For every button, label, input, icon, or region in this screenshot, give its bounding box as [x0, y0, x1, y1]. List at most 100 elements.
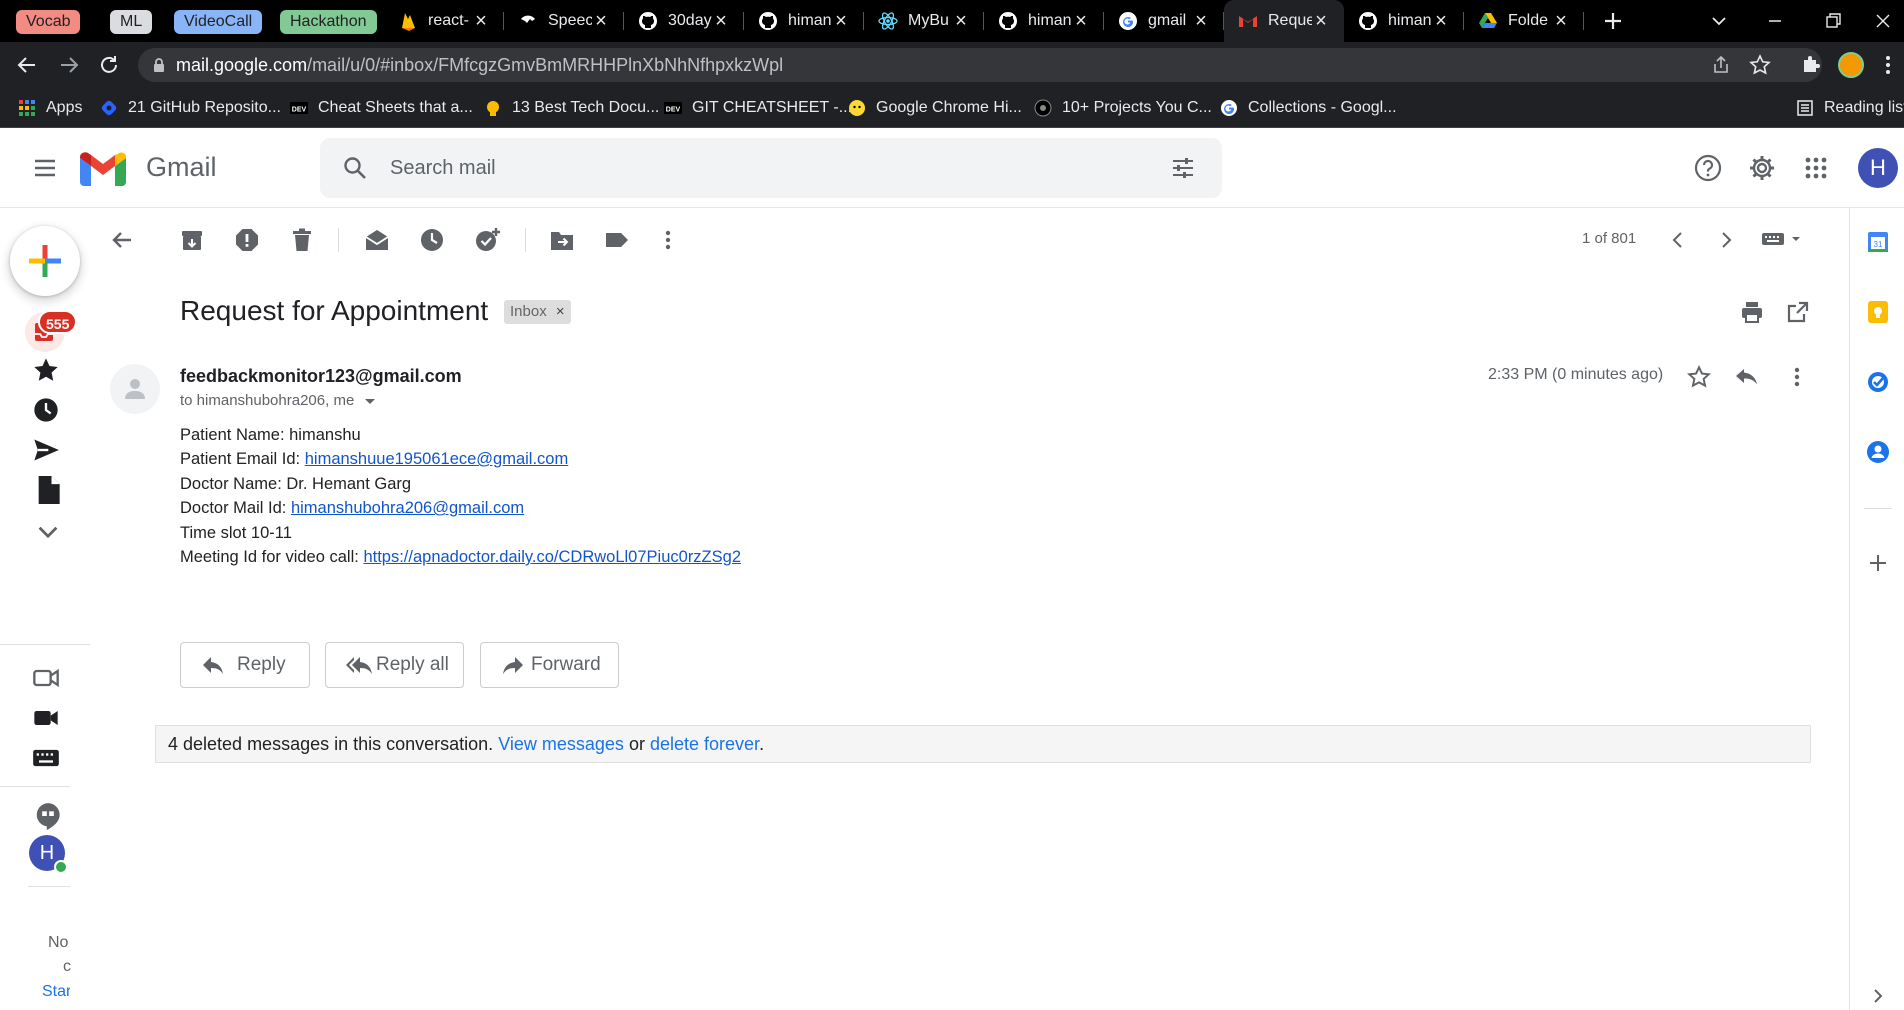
star-bookmark-icon[interactable] — [1748, 53, 1772, 77]
keep-icon[interactable] — [1867, 300, 1889, 324]
join-meeting-icon[interactable] — [32, 704, 60, 732]
search-icon[interactable] — [342, 155, 368, 181]
browser-tab[interactable]: gmail × — [1104, 0, 1224, 42]
start-chat-link[interactable]: Star — [42, 983, 70, 1001]
bookmark-item[interactable]: 21 GitHub Reposito... — [100, 88, 281, 128]
more-nav-chevron-down-icon[interactable] — [34, 518, 62, 546]
open-in-new-window-icon[interactable] — [1786, 300, 1810, 324]
doctor-email-link[interactable]: himanshubohra206@gmail.com — [291, 499, 524, 517]
reply-button[interactable]: Reply — [180, 642, 310, 688]
more-options-icon[interactable] — [654, 226, 682, 254]
forward-button[interactable] — [56, 52, 82, 78]
mark-as-unread-icon[interactable] — [363, 226, 391, 254]
calendar-icon[interactable]: 31 — [1866, 230, 1890, 254]
account-avatar[interactable]: H — [1858, 148, 1898, 188]
sender-avatar[interactable] — [110, 364, 160, 414]
bookmark-item[interactable]: Apps — [18, 88, 82, 128]
reload-button[interactable] — [96, 52, 122, 78]
address-bar[interactable]: mail.google.com/mail/u/0/#inbox/FMfcgzGm… — [138, 48, 1822, 82]
browser-tab[interactable]: Folde × — [1464, 0, 1584, 42]
tab-group-hackathon[interactable]: Hackathon — [280, 10, 377, 34]
extensions-button[interactable] — [1800, 52, 1824, 76]
tab-group-ml[interactable]: ML — [110, 10, 153, 34]
delete-icon[interactable] — [288, 226, 316, 254]
close-window-button[interactable] — [1872, 10, 1894, 32]
get-addons-plus-icon[interactable] — [1867, 552, 1889, 574]
close-tab-icon[interactable]: × — [1070, 10, 1092, 32]
search-bar[interactable] — [320, 138, 1222, 198]
hangouts-icon[interactable] — [34, 802, 62, 830]
contacts-icon[interactable] — [1866, 440, 1890, 464]
meeting-link[interactable]: https://apnadoctor.daily.co/CDRwoLl07Piu… — [363, 548, 741, 566]
sender-email[interactable]: feedbackmonitor123@gmail.com — [180, 366, 462, 387]
tasks-icon[interactable] — [1866, 370, 1890, 394]
bookmark-item[interactable]: Collections - Googl... — [1220, 88, 1397, 128]
close-tab-icon[interactable]: × — [1550, 10, 1572, 32]
tab-group-vocab[interactable]: Vocab — [16, 10, 81, 34]
bookmark-item[interactable]: 13 Best Tech Docu... — [484, 88, 659, 128]
browser-tab[interactable]: Speec × — [504, 0, 624, 42]
profile-avatar[interactable] — [1838, 52, 1864, 78]
print-all-icon[interactable] — [1740, 300, 1764, 324]
back-button[interactable] — [14, 52, 40, 78]
newer-chevron-left-icon[interactable] — [1666, 226, 1690, 254]
tab-group-videocall[interactable]: VideoCall — [174, 10, 263, 34]
browser-tab[interactable]: 30day × — [624, 0, 744, 42]
add-to-tasks-icon[interactable] — [473, 226, 501, 254]
browser-tab[interactable]: himan × — [1344, 0, 1464, 42]
browser-tab[interactable]: himan × — [984, 0, 1104, 42]
close-tab-icon[interactable]: × — [1310, 10, 1332, 32]
reading-list-button[interactable]: Reading list — [1796, 88, 1904, 128]
drafts-nav-icon[interactable] — [34, 476, 62, 504]
back-to-inbox-icon[interactable] — [108, 226, 136, 254]
view-messages-link[interactable]: View messages — [498, 734, 624, 754]
browser-tab[interactable]: react- × — [384, 0, 504, 42]
search-options-icon[interactable] — [1170, 155, 1196, 181]
remove-label-close-icon[interactable]: × — [556, 303, 565, 320]
forward-button[interactable]: Forward — [480, 642, 619, 688]
delete-forever-link[interactable]: delete forever — [650, 734, 759, 754]
support-button[interactable] — [1694, 154, 1722, 182]
close-tab-icon[interactable]: × — [470, 10, 492, 32]
search-input[interactable] — [390, 152, 1150, 184]
reply-all-button[interactable]: Reply all — [325, 642, 464, 688]
browser-tab[interactable]: himan × — [744, 0, 864, 42]
settings-button[interactable] — [1748, 154, 1776, 182]
star-icon[interactable] — [1686, 364, 1712, 390]
older-chevron-right-icon[interactable] — [1714, 226, 1738, 254]
compose-button[interactable] — [10, 226, 80, 296]
bookmark-item[interactable]: 10+ Projects You C... — [1034, 88, 1212, 128]
snoozed-nav-icon[interactable] — [32, 396, 60, 424]
tab-search-button[interactable] — [1708, 10, 1730, 32]
report-spam-icon[interactable] — [233, 226, 261, 254]
starred-nav-icon[interactable] — [32, 356, 60, 384]
labels-icon[interactable] — [603, 226, 631, 254]
gmail-logo[interactable]: Gmail — [80, 150, 240, 190]
patient-email-link[interactable]: himanshuue195061ece@gmail.com — [305, 450, 569, 468]
browser-tab[interactable]: Reque × — [1224, 0, 1344, 42]
bookmark-item[interactable]: DEV GIT CHEATSHEET -... — [664, 88, 852, 128]
restore-button[interactable] — [1822, 10, 1844, 32]
new-meeting-icon[interactable] — [32, 664, 60, 692]
bookmark-item[interactable]: Google Chrome Hi... — [848, 88, 1022, 128]
keyboard-icon[interactable] — [32, 744, 60, 772]
sent-nav-icon[interactable] — [32, 436, 60, 464]
close-tab-icon[interactable]: × — [1430, 10, 1452, 32]
browser-tab[interactable]: MyBu × — [864, 0, 984, 42]
close-tab-icon[interactable]: × — [1190, 10, 1212, 32]
reply-icon[interactable] — [1734, 364, 1760, 390]
close-tab-icon[interactable]: × — [950, 10, 972, 32]
move-to-icon[interactable] — [548, 226, 576, 254]
share-icon[interactable] — [1710, 54, 1732, 76]
chrome-menu-button[interactable] — [1878, 52, 1898, 78]
new-tab-button[interactable] — [1600, 8, 1626, 34]
archive-icon[interactable] — [178, 226, 206, 254]
snooze-icon[interactable] — [418, 226, 446, 254]
main-menu-button[interactable] — [32, 155, 58, 181]
google-apps-button[interactable] — [1804, 156, 1828, 180]
show-details-caret-icon[interactable] — [364, 395, 376, 407]
show-side-panel-chevron-right-icon[interactable] — [1870, 986, 1886, 1006]
recipients-line[interactable]: to himanshubohra206, me — [180, 392, 376, 409]
bookmark-item[interactable]: DEV Cheat Sheets that a... — [290, 88, 473, 128]
input-tools-keyboard-icon[interactable] — [1760, 230, 1806, 250]
